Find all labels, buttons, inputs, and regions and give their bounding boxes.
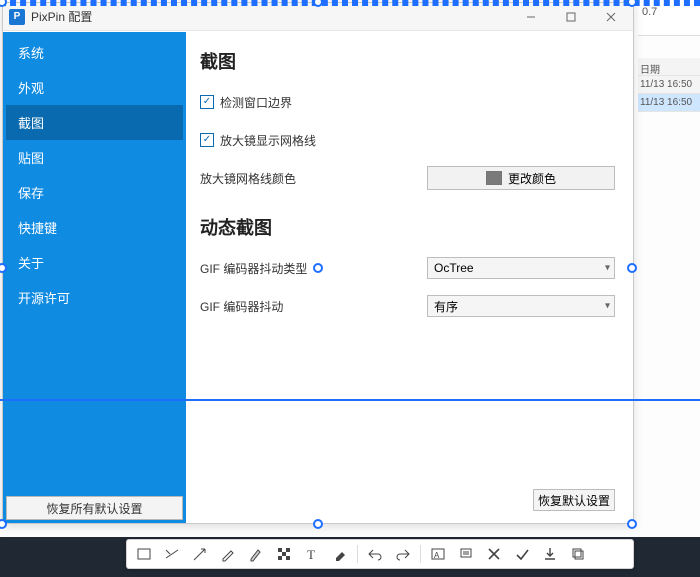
undo-icon[interactable] [362, 542, 388, 566]
line-icon[interactable] [159, 542, 185, 566]
window-title: PixPin 配置 [31, 8, 511, 25]
confirm-icon[interactable] [509, 542, 535, 566]
bg-row-1: 11/13 16:50 [638, 76, 700, 94]
color-swatch-icon [486, 171, 502, 185]
pen-icon[interactable] [215, 542, 241, 566]
toolbar-separator [357, 545, 358, 563]
sidebar-label: 保存 [18, 186, 44, 201]
chevron-down-icon: ▾ [605, 301, 610, 312]
gif-dither-type-select[interactable]: OcTree ▾ [427, 257, 615, 279]
maximize-button[interactable] [551, 4, 591, 30]
arrow-icon[interactable] [187, 542, 213, 566]
bg-col-date: 日期 [638, 58, 700, 76]
sidebar: 系统 外观 截图 贴图 保存 快捷键 关于 开源许可 恢复所有默认设置 [3, 32, 186, 523]
chevron-down-icon: ▾ [605, 263, 610, 274]
gif-dither-value: 有序 [434, 298, 458, 315]
sidebar-item-hotkeys[interactable]: 快捷键 [6, 210, 183, 245]
reset-all-button[interactable]: 恢复所有默认设置 [6, 496, 183, 520]
sidebar-label: 截图 [18, 116, 44, 131]
sidebar-label: 关于 [18, 256, 44, 271]
gif-dither-type-value: OcTree [434, 261, 474, 275]
gif-dither-label: GIF 编码器抖动 [200, 298, 400, 315]
text-icon[interactable]: T [299, 542, 325, 566]
bg-row-2: 11/13 16:50 [638, 94, 700, 112]
download-icon[interactable] [537, 542, 563, 566]
magnifier-grid-checkbox[interactable] [200, 133, 214, 147]
restore-default-button[interactable]: 恢复默认设置 [533, 489, 615, 511]
copy-icon[interactable] [565, 542, 591, 566]
sidebar-label: 外观 [18, 81, 44, 96]
magnifier-grid-label: 放大镜显示网格线 [220, 132, 316, 149]
sidebar-label: 贴图 [18, 151, 44, 166]
sidebar-item-appearance[interactable]: 外观 [6, 70, 183, 105]
sidebar-item-license[interactable]: 开源许可 [6, 280, 183, 315]
settings-window: P PixPin 配置 系统 外观 截图 贴图 保存 快捷键 关于 开源许可 [2, 2, 634, 524]
pin-icon[interactable] [453, 542, 479, 566]
change-color-button[interactable]: 更改颜色 [427, 166, 615, 190]
svg-text:A: A [434, 551, 440, 560]
ocr-icon[interactable]: A [425, 542, 451, 566]
section-screenshot-title: 截图 [200, 48, 615, 74]
grid-color-label: 放大镜网格线颜色 [200, 170, 400, 187]
cancel-icon[interactable] [481, 542, 507, 566]
svg-text:T: T [307, 547, 315, 562]
main-panel: 截图 检测窗口边界 放大镜显示网格线 放大镜网格线颜色 更改颜色 [186, 32, 633, 523]
toolbar-separator [420, 545, 421, 563]
detect-window-edge-checkbox[interactable] [200, 95, 214, 109]
titlebar[interactable]: P PixPin 配置 [3, 3, 633, 31]
bg-header: 0.7 [638, 0, 700, 36]
gif-dither-type-label: GIF 编码器抖动类型 [200, 260, 400, 277]
bg-version: 0.7 [642, 6, 657, 18]
change-color-label: 更改颜色 [508, 170, 556, 187]
sidebar-label: 系统 [18, 46, 44, 61]
eraser-icon[interactable] [327, 542, 353, 566]
marker-icon[interactable] [243, 542, 269, 566]
gif-dither-select[interactable]: 有序 ▾ [427, 295, 615, 317]
sidebar-item-save[interactable]: 保存 [6, 175, 183, 210]
rect-icon[interactable] [131, 542, 157, 566]
sidebar-item-pin[interactable]: 贴图 [6, 140, 183, 175]
app-logo-icon: P [9, 9, 25, 25]
close-button[interactable] [591, 4, 631, 30]
sidebar-item-about[interactable]: 关于 [6, 245, 183, 280]
section-dynamic-title: 动态截图 [200, 214, 615, 240]
detect-window-edge-label: 检测窗口边界 [220, 94, 292, 111]
sidebar-item-screenshot[interactable]: 截图 [6, 105, 183, 140]
sidebar-item-system[interactable]: 系统 [6, 35, 183, 70]
minimize-button[interactable] [511, 4, 551, 30]
redo-icon[interactable] [390, 542, 416, 566]
mosaic-icon[interactable] [271, 542, 297, 566]
sidebar-label: 快捷键 [18, 221, 57, 236]
annotation-toolbar: T A [126, 539, 634, 569]
sidebar-label: 开源许可 [18, 291, 70, 306]
